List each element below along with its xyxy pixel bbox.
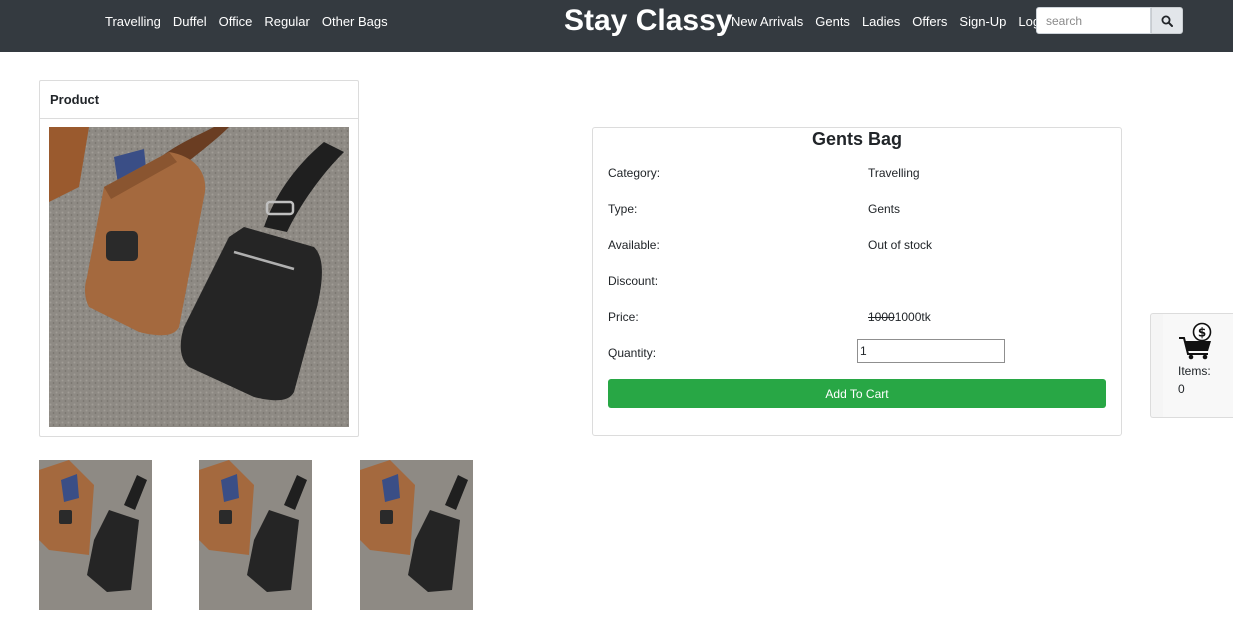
nav-link-travelling[interactable]: Travelling xyxy=(105,14,161,30)
product-thumbnail-3[interactable] xyxy=(360,460,473,610)
available-value: Out of stock xyxy=(868,238,933,252)
search-button[interactable] xyxy=(1151,7,1183,34)
nav-link-regular[interactable]: Regular xyxy=(264,14,310,30)
svg-text:$: $ xyxy=(1198,326,1206,340)
cart-widget[interactable]: $ Items: 0 xyxy=(1150,313,1233,418)
category-value: Travelling xyxy=(868,166,920,180)
quantity-input[interactable] xyxy=(857,339,1005,363)
quantity-label: Quantity: xyxy=(608,346,657,360)
type-label: Type: xyxy=(608,202,638,216)
nav-link-other-bags[interactable]: Other Bags xyxy=(322,14,388,30)
search-icon xyxy=(1161,15,1173,27)
product-thumbnail-1[interactable] xyxy=(39,460,152,610)
search-input[interactable] xyxy=(1036,7,1151,34)
nav-link-sign-up[interactable]: Sign-Up xyxy=(959,14,1006,30)
nav-link-ladies[interactable]: Ladies xyxy=(862,14,900,30)
product-card-header: Product xyxy=(40,81,358,119)
price-value: 10001000tk xyxy=(868,310,931,324)
product-thumbnail-2[interactable] xyxy=(199,460,312,610)
add-to-cart-button[interactable]: Add To Cart xyxy=(608,379,1106,408)
cart-icon: $ xyxy=(1179,322,1212,360)
brand-logo-text[interactable]: Stay Classy xyxy=(564,3,732,39)
nav-link-new-arrivals[interactable]: New Arrivals xyxy=(731,14,803,30)
old-price: 1000 xyxy=(868,310,895,324)
price-label: Price: xyxy=(608,310,639,324)
type-value: Gents xyxy=(868,202,901,216)
nav-link-duffel[interactable]: Duffel xyxy=(173,14,207,30)
product-main-image xyxy=(49,127,349,427)
product-detail-card: Gents Bag Category: Travelling Type: Gen… xyxy=(592,127,1122,436)
cart-items-count: 0 xyxy=(1178,382,1185,396)
top-navbar: Travelling Duffel Office Regular Other B… xyxy=(0,0,1233,52)
discount-label: Discount: xyxy=(608,274,659,288)
category-nav: Travelling Duffel Office Regular Other B… xyxy=(105,14,388,30)
nav-link-offers[interactable]: Offers xyxy=(912,14,947,30)
product-title: Gents Bag xyxy=(811,129,903,149)
category-label: Category: xyxy=(608,166,661,180)
main-nav: New Arrivals Gents Ladies Offers Sign-Up… xyxy=(731,14,1055,30)
nav-link-gents[interactable]: Gents xyxy=(815,14,850,30)
available-label: Available: xyxy=(608,238,660,252)
product-card: Product xyxy=(39,80,359,437)
nav-link-office[interactable]: Office xyxy=(219,14,253,30)
cart-items-label: Items: xyxy=(1178,364,1211,378)
new-price: 1000tk xyxy=(894,310,931,324)
